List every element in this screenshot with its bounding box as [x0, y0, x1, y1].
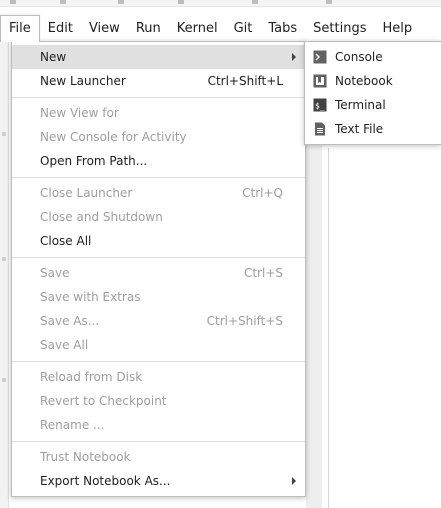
submenu-item-terminal[interactable]: $_ Terminal: [305, 93, 441, 117]
menu-item-save-with-extras: Save with Extras: [12, 285, 305, 309]
menu-item-label: New Launcher: [40, 74, 126, 88]
menu-item-close-launcher: Close Launcher Ctrl+Q: [12, 181, 305, 205]
menu-run[interactable]: Run: [128, 15, 169, 42]
menu-item-save-all: Save All: [12, 333, 305, 357]
submenu-item-notebook[interactable]: Notebook: [305, 69, 441, 93]
new-submenu: Console Notebook $_ Terminal Text File: [304, 41, 441, 145]
menu-item-label: Export Notebook As...: [40, 474, 171, 488]
menu-item-shortcut: Ctrl+Q: [242, 186, 283, 200]
menu-separator: [12, 257, 305, 258]
menu-git[interactable]: Git: [226, 15, 261, 42]
menu-item-label: Close and Shutdown: [40, 210, 163, 224]
menu-edit[interactable]: Edit: [40, 15, 81, 42]
menu-item-shortcut: Ctrl+Shift+L: [207, 74, 283, 88]
menu-item-label: Save All: [40, 338, 89, 352]
submenu-arrow-icon: [292, 53, 296, 61]
menu-file[interactable]: File: [0, 14, 40, 42]
menu-item-label: Rename ...: [40, 418, 105, 432]
menu-item-label: Close Launcher: [40, 186, 133, 200]
menu-item-rename: Rename ...: [12, 413, 305, 437]
menu-item-label: Close All: [40, 234, 92, 248]
menu-item-close-and-shutdown: Close and Shutdown: [12, 205, 305, 229]
menu-item-new-launcher[interactable]: New Launcher Ctrl+Shift+L: [12, 69, 305, 93]
toolbar-fragment: [252, 0, 258, 4]
console-icon: [312, 49, 328, 65]
menu-separator: [12, 441, 305, 442]
menu-item-reload-from-disk: Reload from Disk: [12, 365, 305, 389]
menu-separator: [12, 361, 305, 362]
menu-item-revert-to-checkpoint: Revert to Checkpoint: [12, 389, 305, 413]
sidebar-fragment: [2, 132, 6, 136]
toolbar-strip: [0, 0, 441, 7]
menu-item-shortcut: Ctrl+Shift+S: [206, 314, 283, 328]
toolbar-fragment: [118, 0, 124, 4]
jupyterlab-window: File Edit View Run Kernel Git Tabs Setti…: [0, 0, 441, 508]
toolbar-fragment: [326, 0, 332, 4]
menu-item-label: Save: [40, 266, 70, 280]
menu-item-trust-notebook: Trust Notebook: [12, 445, 305, 469]
menu-item-label: Reload from Disk: [40, 370, 143, 384]
notebook-icon: [312, 73, 328, 89]
menu-view[interactable]: View: [81, 15, 128, 42]
menu-settings[interactable]: Settings: [305, 15, 374, 42]
menu-separator: [12, 177, 305, 178]
menu-item-new[interactable]: New: [12, 45, 305, 69]
menu-separator: [12, 97, 305, 98]
submenu-item-label: Terminal: [335, 98, 386, 112]
menu-item-export-notebook-as[interactable]: Export Notebook As...: [12, 469, 305, 493]
menu-item-close-all[interactable]: Close All: [12, 229, 305, 253]
sidebar-fragment: [2, 257, 6, 261]
menu-item-new-console-for-activity: New Console for Activity: [12, 125, 305, 149]
submenu-item-label: Text File: [335, 122, 384, 136]
toolbar-fragment: [10, 0, 16, 4]
terminal-icon: $_: [312, 97, 328, 113]
menubar: File Edit View Run Kernel Git Tabs Setti…: [0, 14, 441, 42]
menu-item-new-view-for: New View for: [12, 101, 305, 125]
sidebar-fragment: [2, 378, 6, 382]
menu-item-label: New: [40, 50, 67, 64]
svg-text:$_: $_: [315, 102, 325, 111]
submenu-item-text-file[interactable]: Text File: [305, 117, 441, 141]
menu-item-label: New Console for Activity: [40, 130, 187, 144]
file-menu: New New Launcher Ctrl+Shift+L New View f…: [11, 41, 306, 497]
menu-item-label: Trust Notebook: [40, 450, 131, 464]
menu-item-label: Save As...: [40, 314, 100, 328]
left-sidebar: [0, 42, 9, 508]
panel-divider: [328, 148, 329, 508]
menu-item-label: Revert to Checkpoint: [40, 394, 167, 408]
text-file-icon: [312, 121, 328, 137]
menu-kernel[interactable]: Kernel: [169, 15, 226, 42]
menu-item-shortcut: Ctrl+S: [243, 266, 283, 280]
menu-item-label: Open From Path...: [40, 154, 148, 168]
submenu-item-label: Notebook: [335, 74, 393, 88]
submenu-item-label: Console: [335, 50, 383, 64]
menu-item-save-as: Save As... Ctrl+Shift+S: [12, 309, 305, 333]
menu-item-save: Save Ctrl+S: [12, 261, 305, 285]
toolbar-fragment: [178, 0, 184, 4]
menu-item-open-from-path[interactable]: Open From Path...: [12, 149, 305, 173]
menu-help[interactable]: Help: [375, 15, 421, 42]
toolbar-fragment: [60, 0, 66, 4]
menu-tabs[interactable]: Tabs: [260, 15, 305, 42]
submenu-arrow-icon: [292, 477, 296, 485]
menu-item-label: New View for: [40, 106, 119, 120]
menu-item-label: Save with Extras: [40, 290, 141, 304]
submenu-item-console[interactable]: Console: [305, 45, 441, 69]
